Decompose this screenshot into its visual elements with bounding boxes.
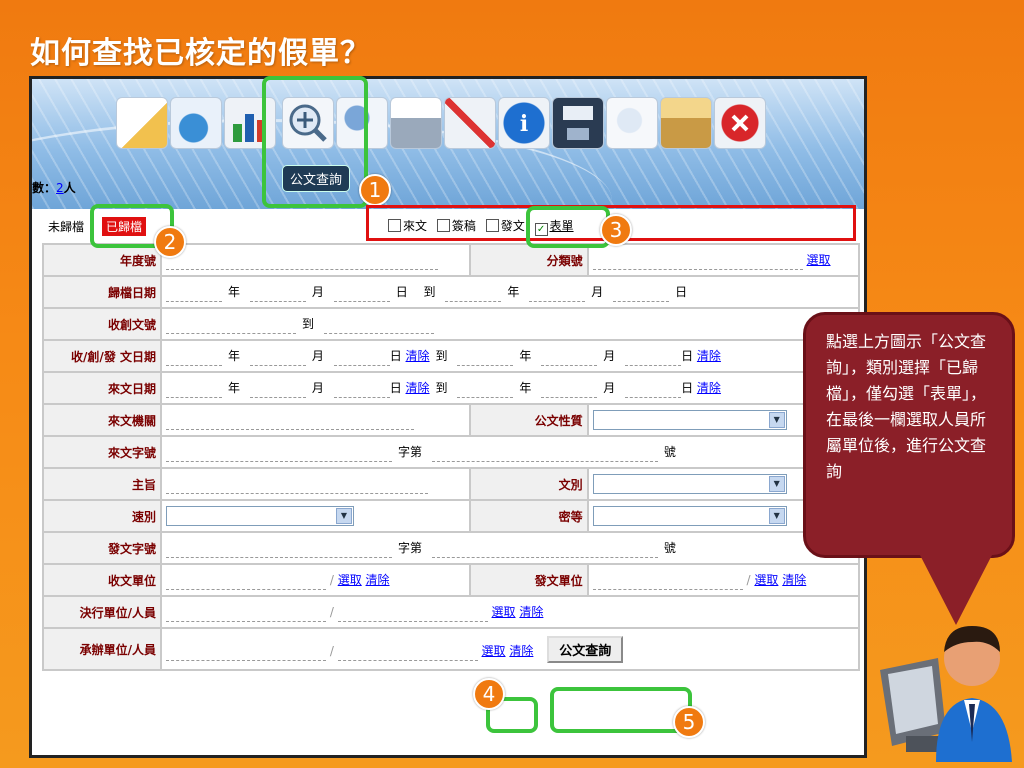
step-badge-3: 3 [600, 214, 632, 246]
highlight-search-button [550, 687, 692, 733]
label-send-unit: 發文單位 [468, 563, 589, 597]
search-files-icon[interactable] [606, 97, 658, 149]
speed-select[interactable] [166, 506, 354, 526]
info-icon[interactable]: i [498, 97, 550, 149]
category-no-input[interactable] [592, 251, 803, 270]
label-recv-unit: 收文單位 [42, 563, 162, 597]
handle-unit-input[interactable] [166, 642, 326, 661]
label-doc-nature: 公文性質 [468, 403, 589, 437]
member-count: 數：2人 [32, 181, 76, 195]
doc-no-from[interactable] [166, 315, 296, 334]
recv-month-to[interactable] [541, 347, 598, 366]
clear-recv-from[interactable]: 清除 [406, 349, 430, 363]
instruction-callout: 點選上方圖示「公文查詢」，類別選擇「已歸檔」，僅勾選「表單」，在最後一欄選取人員… [803, 312, 1015, 558]
label-category-no: 分類號 [468, 243, 589, 277]
slide-title: 如何查找已核定的假單？ [30, 36, 371, 71]
incoming-year-to[interactable] [457, 379, 514, 398]
incoming-number-input[interactable] [431, 443, 658, 462]
recv-day-from[interactable] [333, 347, 390, 366]
save-icon[interactable] [552, 97, 604, 149]
label-secret: 密等 [468, 499, 589, 533]
clear-recv-to[interactable]: 清除 [697, 349, 721, 363]
secret-select[interactable] [592, 506, 787, 526]
decide-unit-input[interactable] [166, 603, 326, 622]
label-incoming-org: 來文機關 [42, 403, 162, 437]
year-no-input[interactable] [166, 251, 438, 270]
highlight-form-filter [526, 206, 610, 248]
archive-day-to[interactable] [613, 283, 670, 302]
close-icon[interactable] [714, 97, 766, 149]
step-badge-5: 5 [673, 706, 705, 738]
search-form: 年度號 分類號 選取 歸檔日期 年 月 日 到 年 月 日 收創文號 到 收/創… [42, 243, 861, 671]
select-category-link[interactable]: 選取 [807, 253, 831, 267]
incoming-word-input[interactable] [166, 443, 392, 462]
label-archive-date: 歸檔日期 [42, 275, 162, 309]
print-icon[interactable] [390, 97, 442, 149]
archive-year-from[interactable] [166, 283, 222, 302]
clear-recv-unit-link[interactable]: 清除 [366, 573, 390, 587]
label-year-no: 年度號 [42, 243, 162, 277]
label-incoming-word: 來文字號 [42, 435, 162, 469]
label-speed: 速別 [42, 499, 162, 533]
step-badge-4: 4 [473, 678, 505, 710]
member-count-link[interactable]: 2 [56, 181, 64, 195]
label-doc-type: 文別 [468, 467, 589, 501]
send-unit-input[interactable] [592, 571, 743, 590]
label-outgoing-word: 發文字號 [42, 531, 162, 565]
app-screenshot: i 公文查詢 數：2人 未歸檔 已歸檔 來文 簽稿 發文 ✓ 表單 年度號 分類號… [29, 76, 867, 758]
select-recv-unit-link[interactable]: 選取 [338, 573, 362, 587]
label-handle-unit: 承辦單位/人員 [42, 627, 162, 671]
label-doc-no: 收創文號 [42, 307, 162, 341]
label-subject: 主旨 [42, 467, 162, 501]
step-badge-2: 2 [154, 226, 186, 258]
recv-unit-input[interactable] [166, 571, 326, 590]
clear-incoming-to[interactable]: 清除 [697, 381, 721, 395]
doc-no-to[interactable] [323, 315, 434, 334]
archive-year-to[interactable] [445, 283, 502, 302]
edit-document-icon[interactable] [116, 97, 168, 149]
incoming-day-to[interactable] [625, 379, 682, 398]
doc-nature-select[interactable] [592, 410, 787, 430]
archive-day-from[interactable] [333, 283, 390, 302]
tools-icon[interactable] [444, 97, 496, 149]
recv-month-from[interactable] [249, 347, 306, 366]
label-incoming-date: 來文日期 [42, 371, 162, 405]
clear-send-unit-link[interactable]: 清除 [782, 573, 806, 587]
label-recv-date: 收/創/發 文日期 [42, 339, 162, 373]
incoming-month-from[interactable] [249, 379, 306, 398]
handle-person-input[interactable] [337, 642, 478, 661]
incoming-org-input[interactable] [166, 411, 414, 430]
doc-type-select[interactable] [592, 474, 787, 494]
label-decide-unit: 決行單位/人員 [42, 595, 162, 629]
recv-year-to[interactable] [457, 347, 514, 366]
incoming-month-to[interactable] [541, 379, 598, 398]
clear-incoming-from[interactable]: 清除 [406, 381, 430, 395]
decide-person-input[interactable] [337, 603, 488, 622]
select-send-unit-link[interactable]: 選取 [754, 573, 778, 587]
incoming-year-from[interactable] [166, 379, 222, 398]
select-handle-link[interactable]: 選取 [482, 644, 506, 658]
highlight-search-icon [262, 76, 368, 208]
clear-handle-link[interactable]: 清除 [509, 644, 533, 658]
archive-month-from[interactable] [249, 283, 306, 302]
svg-text:i: i [520, 111, 528, 137]
outgoing-word-input[interactable] [166, 539, 392, 558]
select-decide-link[interactable]: 選取 [492, 605, 516, 619]
step-badge-1: 1 [359, 174, 391, 206]
user-computer-icon [880, 626, 1012, 762]
incoming-day-from[interactable] [333, 379, 390, 398]
subject-input[interactable] [166, 475, 428, 494]
search-button[interactable]: 公文查詢 [547, 635, 624, 663]
archive-month-to[interactable] [529, 283, 586, 302]
archive-icon[interactable] [660, 97, 712, 149]
toolbar-banner: i 公文查詢 數：2人 [32, 79, 864, 209]
recv-year-from[interactable] [166, 347, 222, 366]
web-document-icon[interactable] [170, 97, 222, 149]
recv-day-to[interactable] [625, 347, 682, 366]
outgoing-number-input[interactable] [431, 539, 658, 558]
tab-unarchived[interactable]: 未歸檔 [44, 217, 88, 236]
clear-decide-link[interactable]: 清除 [519, 605, 543, 619]
